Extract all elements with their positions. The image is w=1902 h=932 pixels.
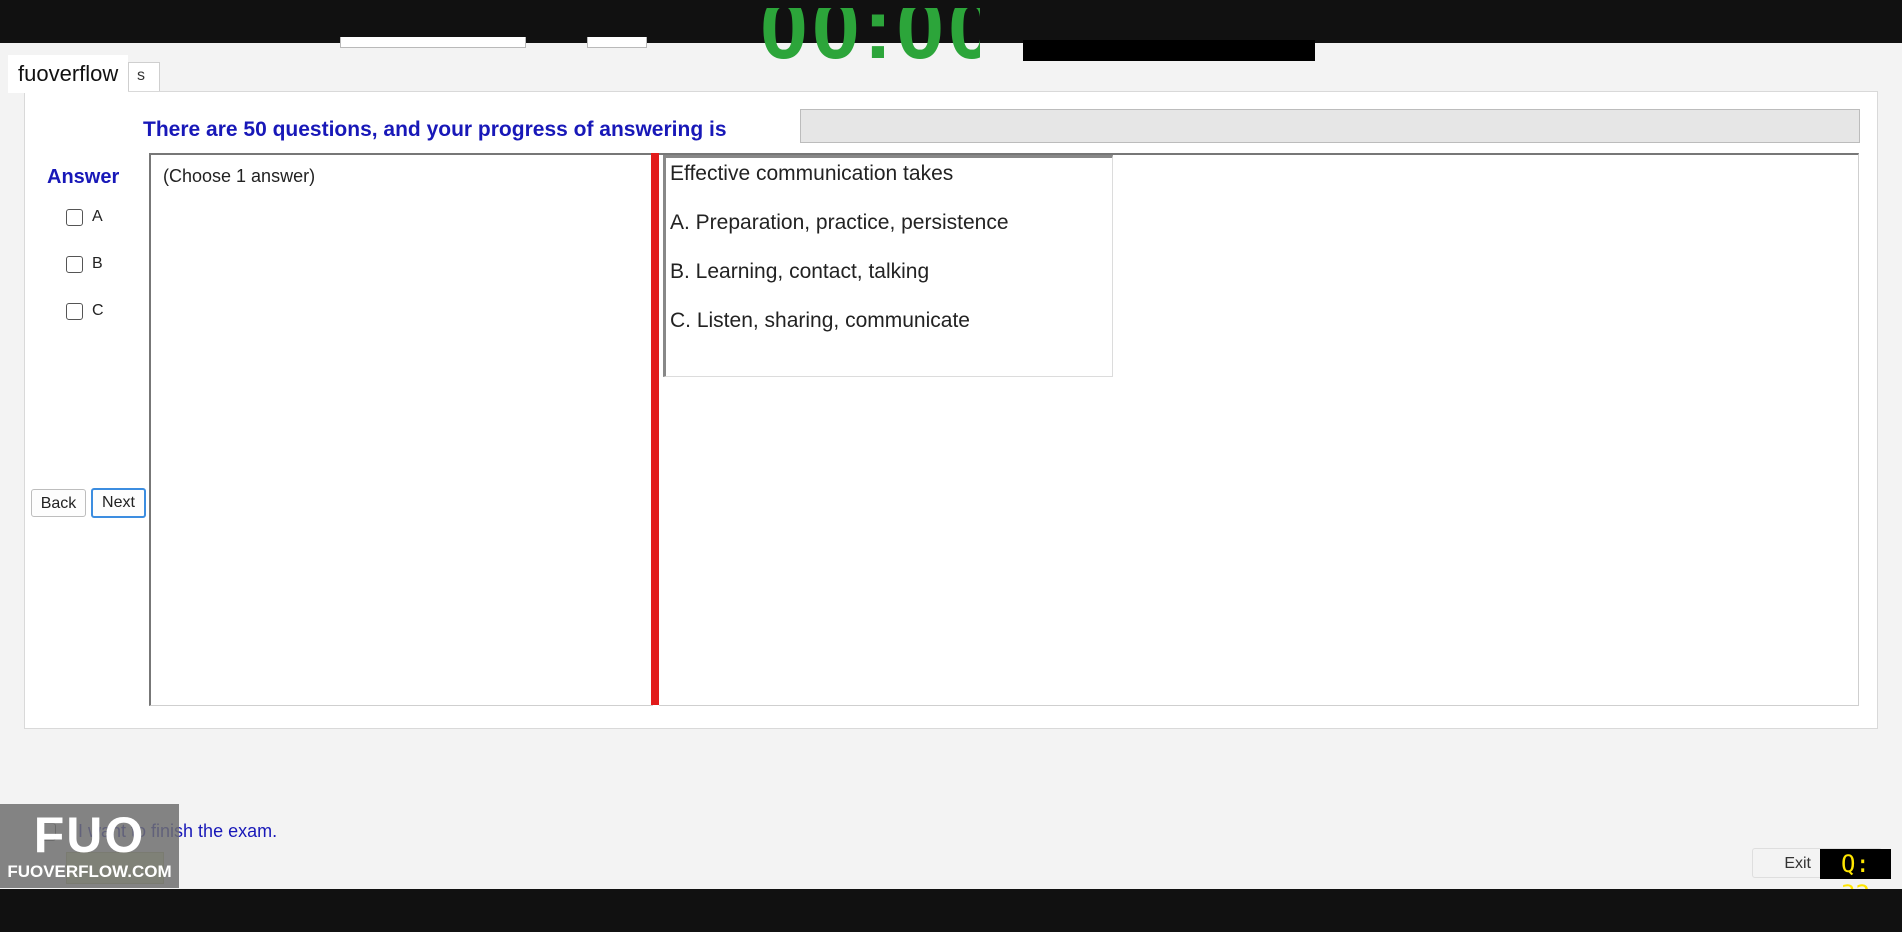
countdown-timer: 00:00	[760, 8, 980, 60]
progress-label: There are 50 questions, and your progres…	[143, 118, 727, 141]
instruction-text: (Choose 1 answer)	[163, 166, 316, 186]
instruction-pane: (Choose 1 answer)	[149, 153, 653, 706]
bottom-letterbox-bar	[0, 889, 1902, 932]
answer-option-c[interactable]: C	[66, 302, 104, 320]
next-button[interactable]: Next	[91, 488, 146, 518]
answer-option-a[interactable]: A	[66, 208, 103, 226]
answer-option-a-label: A	[92, 208, 103, 225]
header-combobox[interactable]	[340, 37, 526, 48]
redacted-header-area	[1023, 40, 1315, 61]
pane-splitter[interactable]	[651, 153, 659, 705]
question-choice-b: B. Learning, contact, talking	[670, 260, 930, 283]
tab-fragment-label: s	[137, 67, 145, 84]
answer-option-c-label: C	[92, 302, 104, 319]
question-number-badge: Q: 32	[1820, 849, 1891, 908]
checkbox-b[interactable]	[66, 255, 83, 273]
watermark-logo: FUO FUOVERFLOW.COM	[0, 804, 179, 888]
watermark-logo-mark: FUO	[33, 807, 146, 863]
tab-label-overlay: fuoverflow	[8, 55, 129, 93]
watermark-logo-url: FUOVERFLOW.COM	[7, 862, 172, 881]
question-choice-a: A. Preparation, practice, persistence	[670, 211, 1009, 234]
question-choice-c: C. Listen, sharing, communicate	[670, 309, 970, 332]
back-button[interactable]: Back	[31, 489, 86, 517]
progress-bar	[800, 109, 1860, 143]
tab-questions[interactable]: s	[128, 62, 160, 91]
question-stem: Effective communication takes	[670, 162, 954, 185]
answer-heading: Answer	[47, 166, 120, 188]
answer-option-b-label: B	[92, 255, 103, 272]
timer-text: 00:00	[760, 8, 980, 60]
checkbox-a[interactable]	[66, 208, 83, 226]
question-content: Effective communication takes A. Prepara…	[663, 155, 1113, 377]
answer-option-b[interactable]: B	[66, 255, 103, 273]
header-field[interactable]	[587, 37, 647, 48]
checkbox-c[interactable]	[66, 302, 83, 320]
